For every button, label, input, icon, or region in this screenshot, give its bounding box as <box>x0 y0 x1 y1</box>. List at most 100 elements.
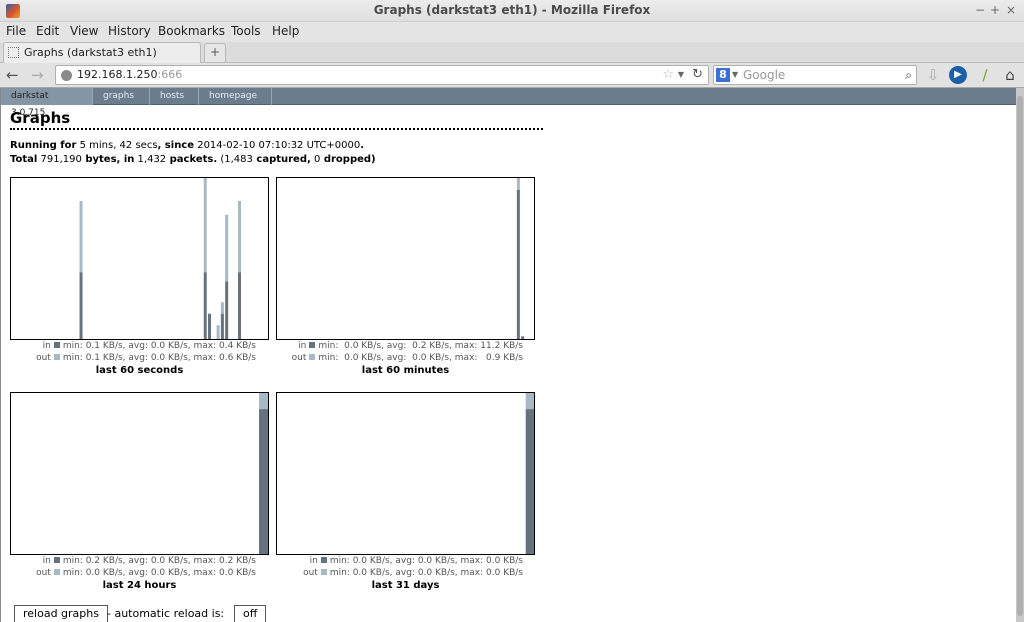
menu-history[interactable]: History <box>108 24 151 38</box>
bar-in-0 <box>79 272 83 339</box>
vertical-scrollbar[interactable] <box>1016 88 1024 622</box>
nav-graphs[interactable]: graphs <box>93 88 150 105</box>
graph-last-60-seconds <box>10 177 269 340</box>
graph-caption: last 60 minutes <box>361 365 450 376</box>
stats-in: min: 0.0 KB/s, avg: 0.2 KB/s, max: 11.2 … <box>318 341 523 351</box>
new-tab-button[interactable]: + <box>204 43 226 62</box>
total-bytes: 791,190 <box>37 154 82 165</box>
url-host: 192.168.1.250 <box>77 68 158 81</box>
in-swatch <box>320 557 327 563</box>
nav-darkstat-version[interactable]: darkstat 3.0.715 <box>1 88 93 118</box>
tab-graphs[interactable]: Graphs (darkstat3 eth1) <box>3 42 201 63</box>
running-label: Running for <box>10 140 77 151</box>
out-swatch <box>53 354 60 360</box>
url-text[interactable]: 192.168.1.250:666 <box>77 68 182 81</box>
legend-in-label: in <box>298 341 307 351</box>
total-packets: 1,432 <box>134 154 167 165</box>
scrollbar-thumb[interactable] <box>1017 96 1023 616</box>
downloads-icon[interactable]: ⇩ <box>924 66 942 84</box>
dropped-label: dropped) <box>320 154 376 165</box>
forward-arrow-icon[interactable]: → <box>31 66 44 84</box>
stats-in: min: 0.0 KB/s, avg: 0.0 KB/s, max: 0.0 K… <box>329 556 523 566</box>
auto-reload-toggle[interactable]: off <box>234 605 267 622</box>
out-swatch <box>53 569 60 575</box>
nav-homepage[interactable]: homepage <box>199 88 272 105</box>
window-title: Graphs (darkstat3 eth1) - Mozilla Firefo… <box>373 3 651 17</box>
out-swatch <box>309 354 316 360</box>
menu-help[interactable]: Help <box>272 24 299 38</box>
menu-view[interactable]: View <box>70 24 98 38</box>
bar-out-0 <box>516 178 520 190</box>
stats-out: min: 0.0 KB/s, avg: 0.0 KB/s, max: 0.9 K… <box>318 353 523 363</box>
bar-out-3 <box>216 325 220 339</box>
menu-file[interactable]: File <box>6 24 26 38</box>
in-swatch <box>53 342 60 348</box>
url-port: :666 <box>157 68 183 81</box>
legend-out-label: out <box>36 568 51 578</box>
since-label: , since <box>157 140 195 151</box>
total-info: Total 791,190 bytes, in 1,432 packets. (… <box>10 154 376 165</box>
graph-plot <box>259 393 268 554</box>
since-timestamp: 2014-02-10 07:10:32 UTC+0000 <box>194 140 361 151</box>
stats-in: min: 0.2 KB/s, avg: 0.0 KB/s, max: 0.2 K… <box>62 556 256 566</box>
history-dropdown-icon[interactable]: ▼ <box>678 70 684 79</box>
bar-in-4 <box>220 313 224 339</box>
menu-bookmarks[interactable]: Bookmarks <box>158 24 225 38</box>
bookmark-star-icon[interactable]: ☆ <box>662 67 674 82</box>
reload-graphs-button[interactable]: reload graphs <box>14 605 108 622</box>
search-magnifier-icon[interactable]: ⌕ <box>905 68 912 83</box>
page-title: Graphs <box>10 109 71 127</box>
bytes-label: bytes, in <box>81 154 135 165</box>
bar-in-0 <box>516 189 520 339</box>
legend-in: in min: 0.0 KB/s, avg: 0.0 KB/s, max: 0.0… <box>276 556 523 566</box>
bar-out-0 <box>79 201 83 273</box>
bar-in-6 <box>238 272 242 339</box>
bar-out-4 <box>220 302 224 314</box>
legend-in: in min: 0.0 KB/s, avg: 0.2 KB/s, max: 11.… <box>276 341 523 351</box>
legend-out: out min: 0.0 KB/s, avg: 0.0 KB/s, max: 0.… <box>10 568 256 578</box>
reload-icon[interactable]: ↻ <box>692 67 703 82</box>
search-placeholder: Google <box>743 68 786 82</box>
legend-out: out min: 0.1 KB/s, avg: 0.0 KB/s, max: 0.… <box>10 353 256 363</box>
legend-out: out min: 0.0 KB/s, avg: 0.0 KB/s, max: 0.… <box>276 568 523 578</box>
window-titlebar: Graphs (darkstat3 eth1) - Mozilla Firefo… <box>0 0 1024 22</box>
bar-in-1 <box>521 336 525 339</box>
out-swatch <box>320 569 327 575</box>
bar-out-1 <box>203 178 207 273</box>
media-player-icon[interactable]: ▶ <box>949 66 967 84</box>
maximize-button[interactable]: + <box>990 3 1000 17</box>
page-icon <box>8 47 19 58</box>
close-button[interactable]: × <box>1006 3 1016 17</box>
in-swatch <box>53 557 60 563</box>
engine-dropdown-icon[interactable]: ▼ <box>732 70 738 79</box>
back-arrow-icon[interactable]: ← <box>6 66 19 84</box>
home-icon[interactable]: ⌂ <box>1001 66 1019 84</box>
leaf-addon-icon[interactable]: ∕ <box>976 66 994 84</box>
minimize-button[interactable]: − <box>975 3 985 17</box>
menu-edit[interactable]: Edit <box>36 24 59 38</box>
bar-out-0 <box>525 393 534 410</box>
stats-out: min: 0.0 KB/s, avg: 0.0 KB/s, max: 0.0 K… <box>62 568 256 578</box>
graph-last-24-hours <box>10 392 269 555</box>
url-bar[interactable]: 192.168.1.250:666 ☆ ▼ ↻ <box>55 65 709 85</box>
graph-last-60-minutes <box>276 177 535 340</box>
period: . <box>360 140 365 151</box>
bar-in-0 <box>525 409 534 554</box>
captured-label: captured, <box>252 154 311 165</box>
navigation-toolbar: ← → 192.168.1.250:666 ☆ ▼ ↻ 8 ▼ Google ⌕… <box>0 63 1024 88</box>
bar-in-1 <box>203 272 207 339</box>
tab-label: Graphs (darkstat3 eth1) <box>24 46 157 59</box>
legend-in-label: in <box>42 556 51 566</box>
running-duration: 5 mins, 42 secs <box>76 140 158 151</box>
google-engine-icon[interactable]: 8 <box>716 68 730 82</box>
bar-in-5 <box>225 281 229 339</box>
legend-out: out min: 0.0 KB/s, avg: 0.0 KB/s, max: 0.… <box>276 353 523 363</box>
graph-last-31-days <box>276 392 535 555</box>
legend-in-label: in <box>42 341 51 351</box>
menu-tools[interactable]: Tools <box>231 24 261 38</box>
graph-caption: last 31 days <box>371 580 440 591</box>
bar-out-0 <box>259 393 268 410</box>
nav-hosts[interactable]: hosts <box>150 88 199 105</box>
search-bar[interactable]: 8 ▼ Google ⌕ <box>713 65 917 85</box>
legend-out-label: out <box>303 568 318 578</box>
